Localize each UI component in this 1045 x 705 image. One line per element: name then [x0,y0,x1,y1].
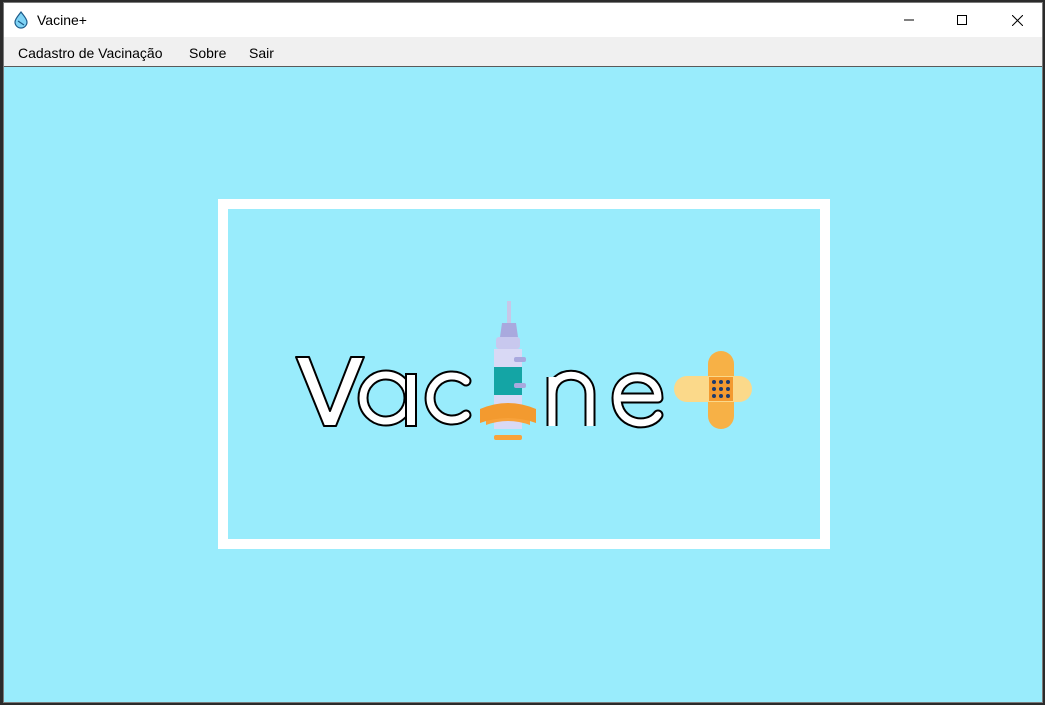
vacine-plus-logo [295,301,752,440]
logo-letter-n [546,369,596,426]
logo-letter-a [357,369,417,427]
minimize-icon [904,15,914,25]
vaccine-drop-icon [12,11,30,29]
minimize-button[interactable] [886,3,932,37]
menu-bar: Cadastro de Vacinação Sobre Sair [4,37,1042,67]
menu-sair[interactable]: Sair [249,45,274,61]
maximize-button[interactable] [939,3,985,37]
bandage-plus-icon [674,351,752,429]
maximize-icon [957,15,967,25]
logo-letter-c [424,370,472,426]
logo-frame [218,199,830,549]
close-button[interactable] [994,3,1040,37]
main-content [4,67,1042,702]
close-icon [1011,14,1023,26]
app-window: Vacine+ Cadastro de Vacinação Sobre Sair [3,2,1043,703]
logo-letter-e [611,372,664,429]
syringe-icon [480,301,536,440]
window-title: Vacine+ [37,12,87,28]
logo-letter-v [295,356,365,427]
menu-sobre[interactable]: Sobre [189,45,226,61]
menu-cadastro-vacinacao[interactable]: Cadastro de Vacinação [18,45,163,61]
title-bar[interactable]: Vacine+ [4,3,1042,37]
